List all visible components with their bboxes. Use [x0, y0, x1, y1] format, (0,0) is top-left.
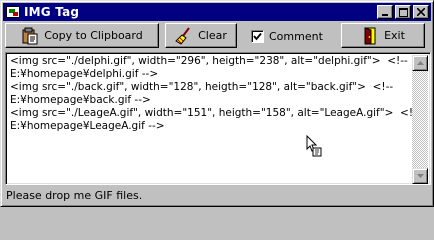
app-icon[interactable]	[6, 6, 20, 18]
broom-icon	[175, 26, 190, 45]
output-line: E:¥homepage¥back.gif -->	[10, 94, 151, 106]
output-line: E:¥homepage¥delphi.gif -->	[10, 68, 159, 80]
vertical-scrollbar[interactable]	[412, 55, 428, 184]
toolbar: Copy to Clipboard Clear Comment Exit	[5, 23, 431, 49]
copy-button-label: Copy to Clipboard	[44, 29, 143, 42]
arrow-up-icon	[416, 61, 424, 65]
copy-to-clipboard-button[interactable]: Copy to Clipboard	[5, 23, 159, 48]
exit-button-label: Exit	[384, 29, 405, 42]
maximize-icon	[398, 7, 408, 17]
scroll-up-button[interactable]	[412, 55, 428, 71]
output-line: <img src="./delphi.gif", width="296", he…	[10, 55, 408, 67]
status-bar: Please drop me GIF files.	[3, 187, 431, 204]
status-text: Please drop me GIF files.	[6, 189, 143, 202]
comment-checkbox-box[interactable]	[251, 29, 264, 43]
clipboard-icon	[22, 27, 38, 44]
clear-button-label: Clear	[198, 29, 227, 42]
checkmark-icon	[253, 32, 262, 40]
output-text: <img src="./delphi.gif", width="296", he…	[10, 55, 421, 133]
door-exit-icon	[364, 26, 376, 44]
scroll-down-button[interactable]	[412, 168, 428, 184]
img-tag-output-textarea[interactable]: <img src="./delphi.gif", width="296", he…	[5, 52, 431, 185]
title-bar[interactable]: IMG Tag	[3, 3, 431, 21]
output-line: <img src="./back.gif", width="128", heig…	[10, 81, 394, 93]
drag-copy-cursor-icon	[306, 135, 322, 157]
comment-checkbox-label: Comment	[269, 29, 323, 43]
comment-checkbox[interactable]: Comment	[251, 27, 323, 45]
minimize-button[interactable]	[377, 5, 393, 19]
output-line: E:¥homepage¥LeageA.gif -->	[10, 120, 165, 132]
window-title: IMG Tag	[24, 5, 80, 19]
exit-button[interactable]: Exit	[341, 23, 425, 48]
minimize-icon	[382, 14, 388, 16]
title-buttons	[375, 5, 429, 19]
output-line: <img src="./LeageA.gif", width="151", he…	[10, 107, 421, 119]
maximize-button[interactable]	[395, 5, 411, 19]
clear-button[interactable]: Clear	[165, 23, 237, 48]
arrow-down-icon	[416, 174, 424, 178]
close-button[interactable]	[413, 5, 429, 19]
app-window: IMG Tag Copy to Clipboard Clear Comment …	[0, 0, 434, 207]
close-icon	[417, 8, 425, 16]
